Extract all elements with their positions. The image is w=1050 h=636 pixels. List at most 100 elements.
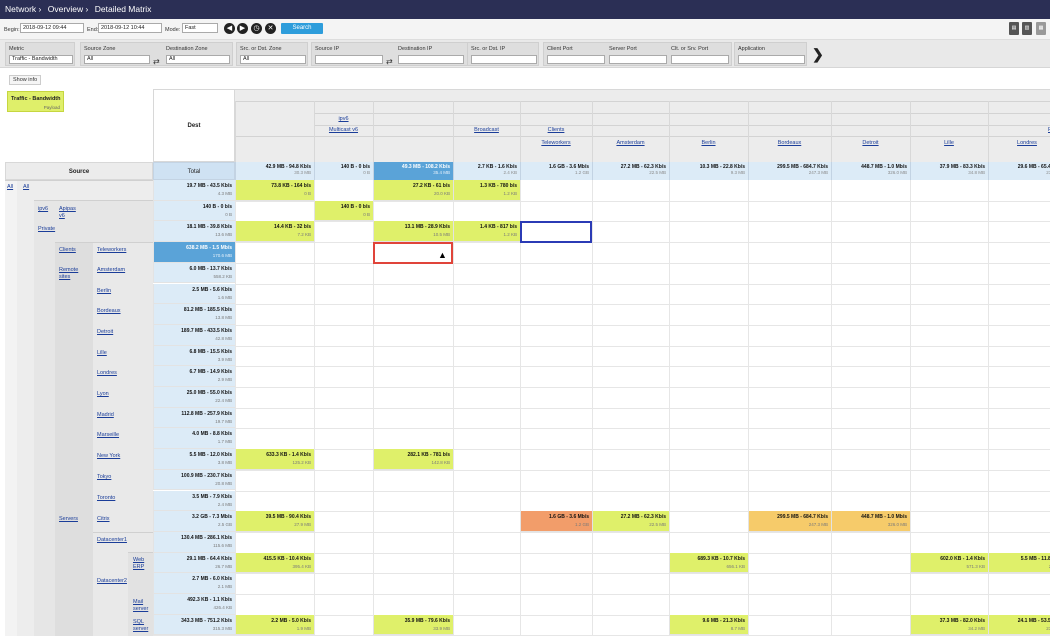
source-site-7[interactable]: Detroit xyxy=(97,329,113,335)
column-line xyxy=(592,180,593,636)
row-total: 2.7 MB - 6.0 Kb/s 2.1 MB xyxy=(153,573,235,594)
column-divider xyxy=(592,101,593,162)
matrix-cell[interactable]: 9.6 MB - 21.3 Kb/s 8.7 MB xyxy=(669,614,748,636)
source-mail-server[interactable]: Mail server xyxy=(133,599,155,613)
source-site-6[interactable]: Bordeaux xyxy=(97,308,121,314)
source-all-2[interactable]: All xyxy=(23,184,45,191)
source-web-erp[interactable]: Web ERP xyxy=(133,557,155,571)
row-total: 6.8 MB - 15.5 Kb/s 3.9 MB xyxy=(153,345,235,367)
row-total-payload: 26.7 MB xyxy=(215,563,232,569)
column-divider xyxy=(988,101,989,162)
source-site-5[interactable]: Berlin xyxy=(97,288,111,294)
dest-group-r[interactable]: R xyxy=(1040,125,1050,136)
source-servers[interactable]: Servers xyxy=(59,516,81,523)
matrix-cell[interactable]: 37.3 MB - 82.0 Kb/s 34.2 MB xyxy=(910,614,988,636)
source-site-10[interactable]: Lyon xyxy=(97,391,109,397)
matrix-cell[interactable]: 73.8 KB - 164 b/s 0 B xyxy=(235,180,314,201)
matrix-cell[interactable]: 633.3 KB - 1.4 Kb/s 125.2 KB xyxy=(235,449,314,470)
source-datacenter2[interactable]: Datacenter2 xyxy=(97,578,127,585)
source-site-9[interactable]: Londres xyxy=(97,370,117,376)
source-citrix[interactable]: Citrix xyxy=(97,516,119,523)
source-sql-server[interactable]: SQL server xyxy=(133,619,155,633)
cell-payload: 27.9 MB xyxy=(294,522,311,528)
source-site-14[interactable]: Tokyo xyxy=(97,474,111,480)
matrix-cell[interactable]: 24.1 MB - 53.5 Kb/s23.9 MB xyxy=(988,614,1050,636)
matrix-cell[interactable]: 39.5 MB - 90.4 Kb/s 27.9 MB xyxy=(235,511,314,532)
column-header-1[interactable]: Amsterdam xyxy=(592,137,669,149)
cell-payload: 656.1 KB xyxy=(726,563,745,569)
source-site-4[interactable]: Amsterdam xyxy=(97,267,125,273)
matrix-cell[interactable]: 5.5 MB - 11.8 Kb/s2.1 MB xyxy=(988,552,1050,574)
matrix-cell[interactable]: 689.3 KB - 10.7 Kb/s 656.1 KB xyxy=(669,552,748,574)
matrix-cell[interactable]: 1.6 GB - 3.6 Mb/s 1.2 GB xyxy=(520,511,592,532)
column-total: 27.2 MB - 62.3 Kb/s 22.5 MB xyxy=(592,162,669,180)
total-payload: 0 B xyxy=(363,170,370,175)
source-site-8[interactable]: Lille xyxy=(97,350,107,356)
column-header-5[interactable]: Lille xyxy=(910,137,988,149)
row-line xyxy=(153,594,1050,595)
column-divider xyxy=(314,101,315,162)
column-header-6[interactable]: Londres xyxy=(988,137,1050,149)
row-total-payload: 0 B xyxy=(225,211,232,217)
row-total: 189.7 MB - 433.5 Kb/s 42.8 MB xyxy=(153,324,235,346)
matrix-cell[interactable]: 140 B - 0 b/s 0 B xyxy=(314,200,373,222)
column-total: 2.7 KB - 1.6 Kb/s 2.4 KB xyxy=(453,162,520,180)
row-line xyxy=(153,324,1050,326)
source-private[interactable]: Private xyxy=(38,226,60,233)
total-label-cell: Total xyxy=(153,162,235,180)
cell-payload: 125.2 KB xyxy=(292,460,311,466)
row-total-payload: 4.3 MB xyxy=(217,191,232,196)
hover-cell-outline[interactable] xyxy=(520,221,592,244)
dest-group-clients[interactable]: Clients xyxy=(520,125,592,136)
source-site-13[interactable]: New York xyxy=(97,453,120,459)
header-line xyxy=(314,113,1050,114)
matrix-cell[interactable]: 299.5 MB - 684.7 Kb/s 247.3 MB xyxy=(748,511,831,532)
matrix-cell[interactable]: 602.0 KB - 1.4 Kb/s 571.3 KB xyxy=(910,552,988,574)
matrix-cell[interactable]: 13.1 MB - 28.9 Kb/s 10.5 MB xyxy=(373,221,453,243)
source-ipv6[interactable]: ipv6 xyxy=(38,206,60,213)
matrix-cell[interactable]: 35.9 MB - 79.6 Kb/s 33.9 MB xyxy=(373,614,453,636)
total-payload: 326.0 MB xyxy=(887,170,907,175)
column-divider xyxy=(669,101,670,162)
matrix-cell[interactable]: 1.4 KB - 817 b/s 1.2 KB xyxy=(453,221,520,243)
cell-payload: 326.0 MB xyxy=(887,522,907,528)
source-site-11[interactable]: Madrid xyxy=(97,412,114,418)
matrix-cell[interactable]: 27.2 KB - 61 b/s 20.0 KB xyxy=(373,180,453,201)
matrix-cell[interactable]: 415.5 KB - 10.4 Kb/s 395.4 KB xyxy=(235,552,314,574)
dest-group-multicast[interactable]: Multicast v6 xyxy=(314,125,373,136)
cell-payload: 7.2 KB xyxy=(297,232,311,238)
matrix-cell[interactable]: 14.4 KB - 32 b/s 7.2 KB xyxy=(235,221,314,243)
source-datacenter1[interactable]: Datacenter1 xyxy=(97,537,127,544)
cell-payload: 1.2 KB xyxy=(503,232,517,238)
column-header-0[interactable]: Teleworkers xyxy=(520,137,592,149)
row-total-payload: 3.8 MB xyxy=(217,460,232,466)
dest-group-broadcast[interactable]: Broadcast xyxy=(453,125,520,136)
source-teleworkers[interactable]: Teleworkers xyxy=(97,247,126,254)
column-header-3[interactable]: Bordeaux xyxy=(748,137,831,149)
source-site-15[interactable]: Toronto xyxy=(97,495,115,501)
matrix-cell[interactable]: 282.1 KB - 781 b/s 142.8 KB xyxy=(373,449,453,470)
cell-payload: 0 B xyxy=(363,211,370,217)
row-line xyxy=(153,428,1050,430)
dest-group-ipv6[interactable]: ipv6 xyxy=(314,113,373,125)
row-total: 112.8 MB - 257.9 Kb/s 19.7 MB xyxy=(153,407,235,429)
column-header-4[interactable]: Detroit xyxy=(831,137,910,149)
source-clients[interactable]: Clients xyxy=(59,247,81,254)
source-remote-sites[interactable]: Remote sites xyxy=(59,267,81,281)
row-total: 25.0 MB - 55.0 Kb/s 22.4 MB xyxy=(153,387,235,408)
row-total: 130.4 MB - 286.1 Kb/s 115.6 MB xyxy=(153,531,235,553)
column-header-2[interactable]: Berlin xyxy=(669,137,748,149)
matrix-cell[interactable]: 27.2 MB - 62.3 Kb/s 22.5 MB xyxy=(592,511,669,532)
total-payload: 22.5 MB xyxy=(649,170,666,175)
row-total-payload: 42.8 MB xyxy=(215,335,232,341)
total-payload: 30.3 MB xyxy=(294,170,311,175)
row-total: 6.7 MB - 14.9 Kb/s 2.9 MB xyxy=(153,366,235,387)
source-apipas-v6[interactable]: Apipas v6 xyxy=(59,206,81,220)
column-total: 10.3 MB - 22.8 Kb/s 9.3 MB xyxy=(669,162,748,180)
matrix-cell[interactable]: 448.7 MB - 1.0 Mb/s 326.0 MB xyxy=(831,511,910,532)
cell-payload: 33.9 MB xyxy=(433,625,450,631)
matrix-cell[interactable]: 2.2 MB - 5.0 Kb/s 1.9 MB xyxy=(235,614,314,636)
cell-payload: 20.0 KB xyxy=(433,191,450,196)
matrix-cell[interactable]: 1.3 KB - 780 b/s 1.2 KB xyxy=(453,180,520,201)
source-site-12[interactable]: Marseille xyxy=(97,432,119,438)
